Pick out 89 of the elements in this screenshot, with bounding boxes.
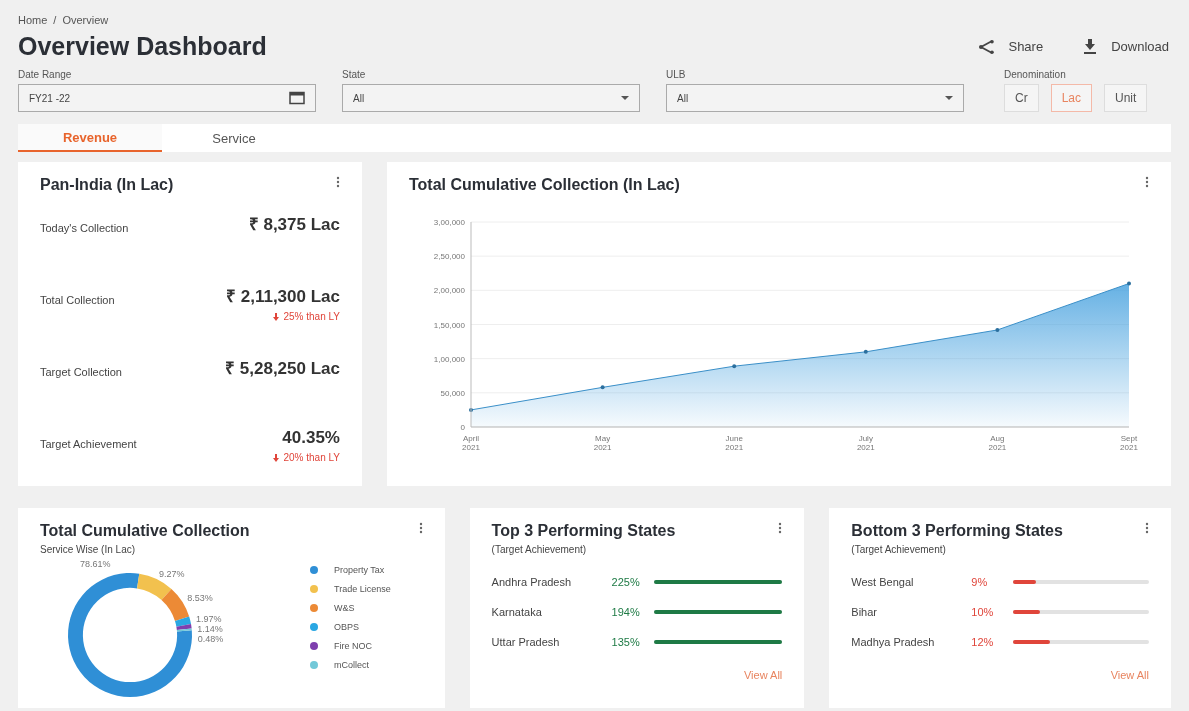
breadcrumb-separator: / — [53, 14, 57, 26]
share-icon — [978, 39, 995, 54]
field-label: ULB — [666, 69, 687, 80]
tab[interactable]: Service — [162, 124, 306, 152]
state-name: West Bengal — [851, 576, 915, 588]
percent-value: 225% — [611, 576, 641, 588]
axis-label: July 2021 — [856, 434, 875, 452]
metric-label: Total Collection — [40, 293, 115, 306]
data-point — [863, 349, 868, 354]
card-title: Total Cumulative Collection — [40, 522, 250, 540]
field-label: Date Range — [18, 69, 73, 80]
card-title: Total Cumulative Collection (In Lac) — [409, 176, 680, 194]
card-subtitle: Service Wise (In Lac) — [40, 544, 137, 555]
axis-label: 3,00,000 — [433, 218, 465, 227]
caret-icon — [621, 96, 629, 100]
data-label: 1.97% — [196, 613, 222, 624]
breadcrumb-item[interactable]: Home — [18, 14, 48, 26]
percent-value: 12% — [971, 636, 995, 648]
axis-label: 50,000 — [440, 388, 465, 398]
legend-label: Property Tax — [334, 565, 385, 575]
dropdown[interactable]: All — [342, 84, 640, 112]
metric-value: 40.35% — [282, 428, 340, 448]
data-label: 8.53% — [187, 593, 213, 604]
metric-label: Today's Collection — [40, 221, 129, 234]
axis-label: May 2021 — [593, 434, 612, 452]
more-icon[interactable] — [418, 522, 423, 534]
change-text: 25% than LY — [283, 311, 340, 322]
percent-value: 10% — [971, 606, 995, 618]
axis-label: 1,00,000 — [433, 354, 465, 364]
data-point — [732, 364, 737, 369]
card-subtitle: (Target Achievement) — [491, 544, 588, 555]
legend-label: Trade License — [334, 584, 391, 594]
date-field[interactable]: FY21 -22 — [18, 84, 316, 112]
card-title: Pan-India (In Lac) — [40, 176, 174, 194]
page-title: Overview Dashboard — [18, 32, 267, 61]
axis-label: 0 — [460, 423, 465, 432]
card-title: Top 3 Performing States — [491, 522, 676, 540]
metric-label: Target Collection — [40, 365, 122, 378]
metric-value: ₹ 8,375 Lac — [248, 214, 340, 235]
toggle-option[interactable]: Unit — [1104, 84, 1148, 112]
down-arrow-icon — [273, 312, 280, 321]
axis-label: 1,50,000 — [433, 320, 465, 330]
more-icon[interactable] — [1145, 176, 1149, 188]
legend-label: Fire NOC — [334, 641, 372, 651]
calendar-icon — [289, 91, 305, 105]
download-button[interactable]: Download — [1083, 39, 1169, 54]
card-title: Bottom 3 Performing States — [851, 522, 1063, 540]
dropdown[interactable]: All — [666, 84, 964, 112]
more-icon[interactable] — [778, 522, 783, 534]
legend-label: OBPS — [334, 622, 359, 632]
metric-value: ₹ 2,11,300 Lac — [226, 286, 340, 307]
change-text: 20% than LY — [283, 452, 340, 463]
more-icon[interactable] — [1145, 522, 1149, 534]
state-name: Madhya Pradesh — [851, 636, 936, 648]
download-icon — [1083, 39, 1098, 54]
axis-label: April 2021 — [462, 434, 480, 452]
data-label: 9.27% — [159, 568, 185, 579]
state-name: Uttar Pradesh — [491, 636, 561, 648]
caret-icon — [945, 96, 953, 100]
card-subtitle: (Target Achievement) — [851, 544, 947, 555]
field-label: State — [342, 69, 367, 80]
down-arrow-icon — [273, 453, 280, 462]
axis-label: June 2021 — [725, 434, 744, 452]
state-name: Bihar — [851, 606, 878, 618]
state-name: Andhra Pradesh — [491, 576, 573, 588]
field-label: Denomination — [1004, 69, 1067, 80]
state-name: Karnataka — [491, 606, 543, 618]
axis-label: 2,00,000 — [433, 286, 465, 296]
data-point — [469, 407, 473, 412]
data-label: 0.48% — [197, 633, 224, 644]
more-icon[interactable] — [336, 176, 340, 188]
share-button[interactable]: Share — [978, 39, 1044, 54]
data-point — [1127, 281, 1131, 286]
metric-label: Target Achievement — [40, 437, 137, 450]
axis-label: Aug 2021 — [988, 434, 1007, 452]
data-point — [995, 327, 1000, 332]
metric-value: ₹ 5,28,250 Lac — [225, 358, 340, 379]
data-label: 1.14% — [197, 623, 223, 634]
percent-value: 135% — [611, 636, 641, 648]
axis-label: Sept 2021 — [1120, 434, 1138, 452]
breadcrumb-item[interactable]: Overview — [62, 14, 109, 26]
data-point — [600, 385, 605, 390]
percent-value: 9% — [971, 576, 989, 588]
data-label: 78.61% — [80, 561, 111, 569]
percent-value: 194% — [611, 606, 641, 618]
toggle-option[interactable]: Cr — [1004, 84, 1039, 112]
legend-label: mCollect — [334, 660, 369, 670]
axis-label: 2,50,000 — [433, 252, 465, 262]
legend-label: W&S — [334, 603, 355, 613]
